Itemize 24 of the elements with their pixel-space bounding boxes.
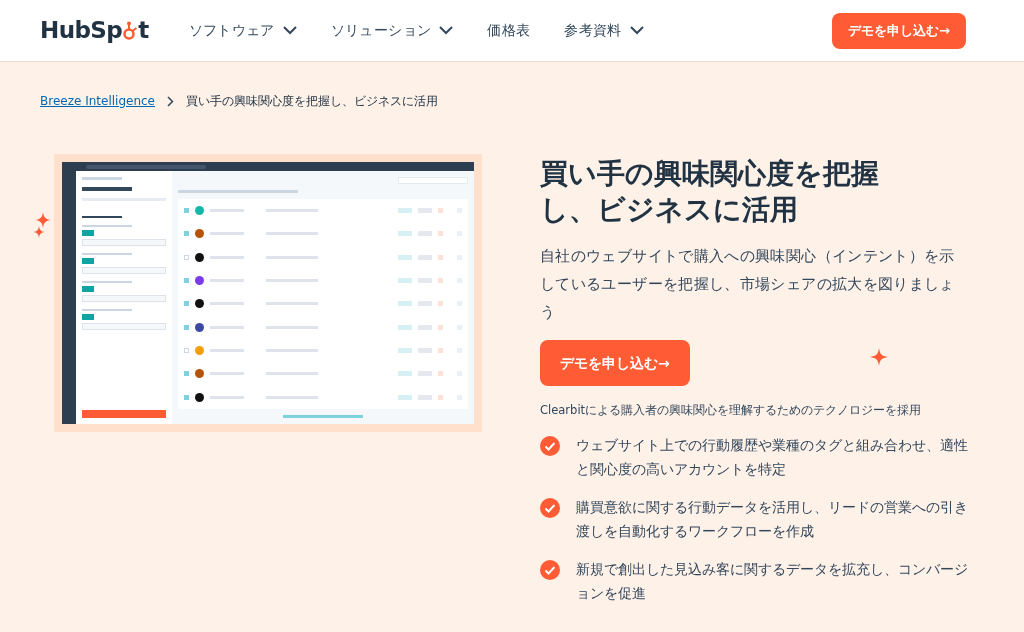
- hero-title: 買い手の興味関心度を把握し、ビジネスに活用: [540, 156, 880, 228]
- check-circle-icon: [540, 436, 560, 457]
- chevron-right-icon: [167, 95, 174, 107]
- check-circle-icon: [540, 560, 560, 581]
- chevron-down-icon: [629, 26, 644, 35]
- chevron-down-icon: [282, 26, 297, 35]
- nav-link[interactable]: ソリューション: [330, 20, 454, 41]
- feature-text: 新規で創出した見込み客に関するデータを拡充し、コンバージョンを促進: [576, 560, 969, 604]
- hero-description: 自社のウェブサイトで購入への興味関心（インテント）を示しているユーザーを把握し、市場シェアの拡大を図りましょう: [540, 247, 956, 322]
- breadcrumb-link[interactable]: Breeze Intelligence: [40, 92, 155, 110]
- sparkle-icon: [35, 212, 51, 228]
- sparkle-icon: [869, 348, 888, 366]
- sprocket-icon: [122, 20, 139, 41]
- nav-link[interactable]: 参考資料: [564, 20, 644, 41]
- feature-text: 購買意欲に関する行動データを活用し、リードの営業への引き渡しを自動化するワークフローを作成: [576, 498, 969, 542]
- sparkle-icon: [33, 226, 45, 238]
- breadcrumb-current: 買い手の興味関心度を把握し、ビジネスに活用: [186, 93, 438, 110]
- hubspot-logo[interactable]: HubSp t: [40, 13, 149, 48]
- nav-link[interactable]: 価格表: [487, 20, 531, 41]
- feature-text: ウェブサイト上での行動履歴や業種のタグと組み合わせ、適性と関心度の高いアカウントを特定: [576, 436, 969, 480]
- chevron-down-icon: [439, 26, 454, 35]
- check-circle-icon: [540, 498, 560, 519]
- technology-caption: Clearbitによる購入者の興味関心を理解するためのテクノロジーを採用: [540, 402, 923, 419]
- nav-link[interactable]: ソフトウェア: [188, 20, 297, 41]
